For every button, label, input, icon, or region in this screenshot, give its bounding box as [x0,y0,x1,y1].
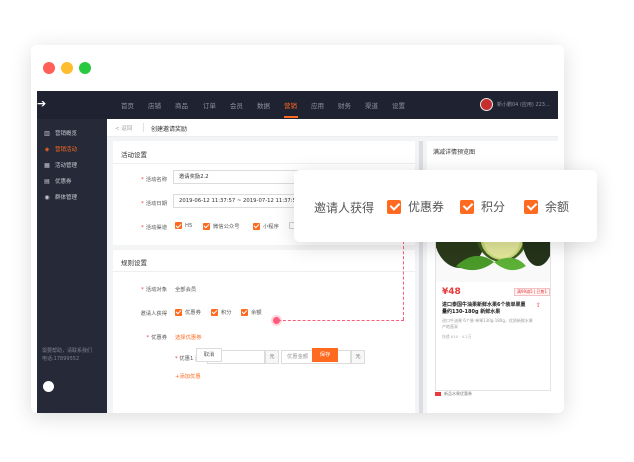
callout-label: 邀请人获得 [314,201,375,215]
promo-badge: 满99减5 | 已售1 [514,288,551,296]
target-label: * 活动对象 [141,287,167,293]
activity-date-label: * 活动日期 [141,201,167,207]
product-meta: 快递 ¥10 · 4.2万 [442,334,472,339]
window-titlebar [31,45,564,91]
close-window-button[interactable] [43,62,55,74]
section-divider [113,271,415,272]
channel-wechat-checkbox[interactable]: 微信公众号 [203,222,240,230]
nav-item-members[interactable]: 会员 [230,100,243,110]
nav-item-apps[interactable]: 应用 [311,100,324,110]
sidebar-item-label: 营销概览 [55,131,78,137]
top-nav: ➔ 首页 店铺 商品 订单 会员 数据 营销 应用 财务 渠道 设置 新小鹏04… [37,91,558,119]
users-icon: ◉ [44,193,50,201]
channel-miniapp-checkbox[interactable]: 小程序 [253,222,279,230]
tag-icon: ◈ [44,145,50,153]
save-button[interactable]: 保存 [312,348,338,362]
reward-coupon-checkbox[interactable]: 优惠券 [175,308,201,316]
callout-coupon-checkbox[interactable]: 优惠券 [387,198,444,215]
minimize-window-button[interactable] [61,62,73,74]
select-coupon-link[interactable]: 选择优惠券 [175,333,202,341]
coupon-icon: ▤ [44,177,50,185]
breadcrumb: < 返回 创建邀请奖励 [107,119,558,137]
help-phone: 电话:17899552 [42,356,80,362]
collapse-arrow-icon[interactable]: ➔ [37,97,46,110]
product-title: 进口泰国牛油果新鲜水果6个装单果重量约130-180g 新鲜水果 [442,302,526,315]
sidebar-item-label: 营销活动 [55,147,78,153]
nav-item-home[interactable]: 首页 [121,100,134,110]
user-name[interactable]: 新小鹏04 (应用) 223... [497,101,550,108]
reward-balance-checkbox[interactable]: 余额 [241,308,262,316]
product-subtitle: 进口牛油果 6个装 单果130g-180g，优质新鲜水果 产地直采 [442,318,533,329]
breadcrumb-divider [143,123,144,132]
callout-balance-checkbox[interactable]: 余额 [524,198,569,215]
section-divider [113,163,415,164]
page-title: 创建邀请奖励 [151,126,188,133]
stage: ➔ 首页 店铺 商品 订单 会员 数据 营销 应用 财务 渠道 设置 新小鹏04… [0,0,634,462]
section-gap [113,245,415,250]
coupon-label: * 优惠券 [146,335,167,341]
rules-section-title: 规则设置 [121,259,147,267]
maximize-window-button[interactable] [79,62,91,74]
preview-title: 满减详情预览图 [433,149,476,156]
sidebar-item-activity-management[interactable]: ▦ 活动管理 [37,157,107,173]
callout-points-checkbox[interactable]: 积分 [460,198,505,215]
sidebar-item-campaigns[interactable]: ◈ 营销活动 [37,141,107,157]
back-link[interactable]: < 返回 [115,124,132,132]
app: ➔ 首页 店铺 商品 订单 会员 数据 营销 应用 财务 渠道 设置 新小鹏04… [37,91,558,413]
unit-suffix: 元 [351,350,365,364]
help-text: 需要帮助，请联系我们 [42,348,93,354]
zoom-callout: 邀请人获得 优惠券 积分 余额 [294,170,597,242]
sidebar: ▥ 营销概览 ◈ 营销活动 ▦ 活动管理 ▤ 优惠券 ◉ 群体管理 需要帮助，请… [37,119,107,413]
sidebar-item-coupons[interactable]: ▤ 优惠券 [37,173,107,189]
nav-item-store[interactable]: 店铺 [148,100,161,110]
reward-label: 邀请人获得 [140,311,168,317]
grid-icon: ▦ [44,161,50,169]
activity-name-label: * 活动名称 [141,177,167,183]
nav-item-orders[interactable]: 订单 [203,100,216,110]
unit-suffix: 元 [265,350,279,364]
product-price: ¥48 [442,287,461,297]
nav-item-marketing[interactable]: 营销 [284,100,297,110]
sidebar-item-label: 活动管理 [55,163,78,169]
sidebar-item-label: 优惠券 [55,179,72,185]
cancel-button[interactable]: 取消 [196,348,222,362]
sidebar-item-groups[interactable]: ◉ 群体管理 [37,189,107,205]
target-value: 全部会员 [175,287,197,293]
sidebar-item-overview[interactable]: ▥ 营销概览 [37,125,107,141]
support-icon[interactable] [43,381,54,392]
preview-footer: 新品水果优惠券 [435,391,472,397]
activity-section-title: 活动设置 [121,151,147,159]
avatar[interactable] [480,98,493,111]
sidebar-item-label: 群体管理 [55,195,78,201]
add-coupon-link[interactable]: +添加优惠 [175,372,201,380]
share-icon[interactable]: ⇪ [536,302,541,309]
callout-marker [273,317,280,324]
nav-item-finance[interactable]: 财务 [338,100,351,110]
callout-line-vertical [403,236,404,320]
chart-icon: ▥ [44,129,50,137]
nav-active-indicator [284,116,298,118]
activity-channel-label: * 活动渠道 [141,225,167,231]
reward-points-checkbox[interactable]: 积分 [211,308,232,316]
nav-item-channels[interactable]: 渠道 [365,100,378,110]
sidebar-help: 需要帮助，请联系我们 电话:17899552 [42,347,92,363]
nav-item-products[interactable]: 商品 [175,100,188,110]
nav-item-settings[interactable]: 设置 [392,100,405,110]
callout-line-horizontal [278,320,404,321]
nav-item-data[interactable]: 数据 [257,100,270,110]
channel-h5-checkbox[interactable]: H5 [175,222,192,229]
